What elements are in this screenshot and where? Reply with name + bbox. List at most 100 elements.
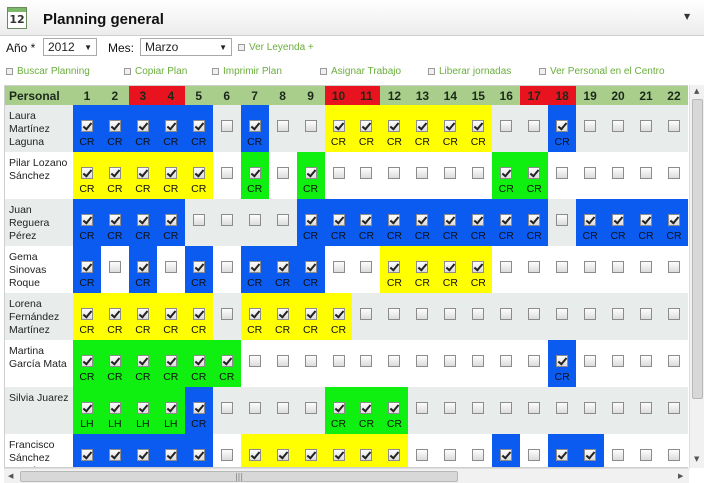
day-cell[interactable]	[408, 387, 437, 434]
day-cell[interactable]: CR	[268, 434, 297, 467]
day-checkbox[interactable]	[332, 449, 345, 461]
day-cell[interactable]	[213, 152, 241, 199]
legend-link[interactable]: Ver Leyenda +	[238, 42, 314, 53]
day-checkbox[interactable]	[164, 449, 177, 461]
day-cell[interactable]: CR	[156, 105, 185, 152]
day-checkbox[interactable]	[136, 261, 149, 273]
day-cell[interactable]	[632, 340, 660, 387]
day-cell[interactable]	[101, 246, 129, 293]
day-checkbox[interactable]	[304, 402, 317, 414]
day-cell[interactable]: CR	[128, 199, 157, 246]
year-select[interactable]: 2012 ▼	[43, 38, 97, 56]
day-cell[interactable]: CR	[324, 293, 353, 340]
day-checkbox[interactable]	[332, 214, 345, 226]
day-cell[interactable]: CR	[184, 105, 213, 152]
day-cell[interactable]: LH	[100, 387, 129, 434]
copy-plan-link[interactable]: Copiar Plan	[124, 66, 187, 77]
day-cell[interactable]	[659, 387, 688, 434]
day-cell[interactable]	[296, 387, 325, 434]
day-checkbox[interactable]	[164, 214, 177, 226]
day-cell[interactable]	[660, 152, 688, 199]
day-checkbox[interactable]	[220, 167, 233, 179]
day-cell[interactable]	[492, 340, 520, 387]
day-cell[interactable]	[492, 387, 521, 434]
day-cell[interactable]: CR	[240, 152, 269, 199]
day-cell[interactable]	[352, 340, 380, 387]
day-cell[interactable]: CR	[184, 434, 213, 467]
day-cell[interactable]: CR	[72, 152, 101, 199]
day-checkbox[interactable]	[276, 261, 289, 273]
day-checkbox[interactable]	[444, 167, 457, 179]
day-cell[interactable]: CR	[464, 105, 493, 152]
day-checkbox[interactable]	[528, 214, 541, 226]
day-cell[interactable]: CR	[380, 246, 409, 293]
day-checkbox[interactable]	[612, 214, 625, 226]
day-checkbox[interactable]	[220, 214, 233, 226]
day-checkbox[interactable]	[388, 261, 401, 273]
day-cell[interactable]	[660, 246, 688, 293]
day-cell[interactable]: CR	[156, 152, 185, 199]
day-checkbox[interactable]	[108, 167, 121, 179]
day-cell[interactable]: CR	[296, 293, 325, 340]
day-cell[interactable]	[268, 105, 297, 152]
day-checkbox[interactable]	[276, 308, 289, 320]
day-checkbox[interactable]	[500, 214, 513, 226]
day-cell[interactable]	[212, 105, 241, 152]
day-checkbox[interactable]	[472, 120, 485, 132]
day-cell[interactable]: CR	[184, 387, 213, 434]
day-cell[interactable]	[325, 246, 353, 293]
day-cell[interactable]	[548, 152, 576, 199]
day-checkbox[interactable]	[500, 402, 513, 414]
day-cell[interactable]: CR	[548, 105, 577, 152]
day-cell[interactable]	[157, 246, 185, 293]
day-checkbox[interactable]	[416, 167, 429, 179]
day-cell[interactable]: CR	[352, 434, 381, 467]
day-checkbox[interactable]	[584, 167, 597, 179]
day-cell[interactable]: CR	[128, 246, 157, 293]
day-cell[interactable]	[548, 293, 577, 340]
day-cell[interactable]	[325, 340, 353, 387]
day-cell[interactable]: CR	[380, 387, 409, 434]
day-checkbox[interactable]	[360, 308, 373, 320]
day-checkbox[interactable]	[304, 120, 317, 132]
day-cell[interactable]	[436, 152, 464, 199]
day-checkbox[interactable]	[528, 449, 541, 461]
day-cell[interactable]: CR	[156, 293, 185, 340]
day-cell[interactable]: LH	[156, 387, 185, 434]
day-checkbox[interactable]	[80, 308, 93, 320]
day-checkbox[interactable]	[472, 167, 485, 179]
day-cell[interactable]	[604, 340, 632, 387]
day-cell[interactable]	[269, 340, 297, 387]
day-cell[interactable]	[436, 293, 465, 340]
day-checkbox[interactable]	[528, 355, 541, 367]
day-cell[interactable]: CR	[520, 152, 549, 199]
day-cell[interactable]	[213, 434, 241, 467]
day-checkbox[interactable]	[444, 308, 457, 320]
day-cell[interactable]: CR	[604, 199, 633, 246]
day-cell[interactable]: CR	[100, 199, 129, 246]
day-checkbox[interactable]	[360, 167, 373, 179]
day-checkbox[interactable]	[276, 449, 289, 461]
day-cell[interactable]: CR	[520, 199, 549, 246]
day-cell[interactable]: CR	[184, 340, 213, 387]
day-cell[interactable]: CR	[576, 434, 605, 467]
day-cell[interactable]: CR	[548, 340, 577, 387]
day-cell[interactable]: CR	[408, 199, 437, 246]
day-cell[interactable]: CR	[72, 434, 101, 467]
day-cell[interactable]	[240, 199, 269, 246]
day-cell[interactable]: CR	[296, 152, 325, 199]
day-cell[interactable]	[408, 152, 436, 199]
day-checkbox[interactable]	[304, 167, 317, 179]
day-cell[interactable]	[492, 105, 521, 152]
day-checkbox[interactable]	[639, 261, 652, 273]
day-checkbox[interactable]	[192, 261, 205, 273]
day-checkbox[interactable]	[472, 355, 485, 367]
day-cell[interactable]	[436, 434, 464, 467]
day-cell[interactable]	[604, 105, 633, 152]
day-checkbox[interactable]	[80, 355, 93, 367]
day-cell[interactable]: CR	[408, 105, 437, 152]
assign-work-link[interactable]: Asignar Trabajo	[320, 66, 401, 77]
day-cell[interactable]	[212, 293, 241, 340]
horizontal-scroll-thumb[interactable]: |||	[20, 471, 458, 482]
day-cell[interactable]: CR	[100, 105, 129, 152]
